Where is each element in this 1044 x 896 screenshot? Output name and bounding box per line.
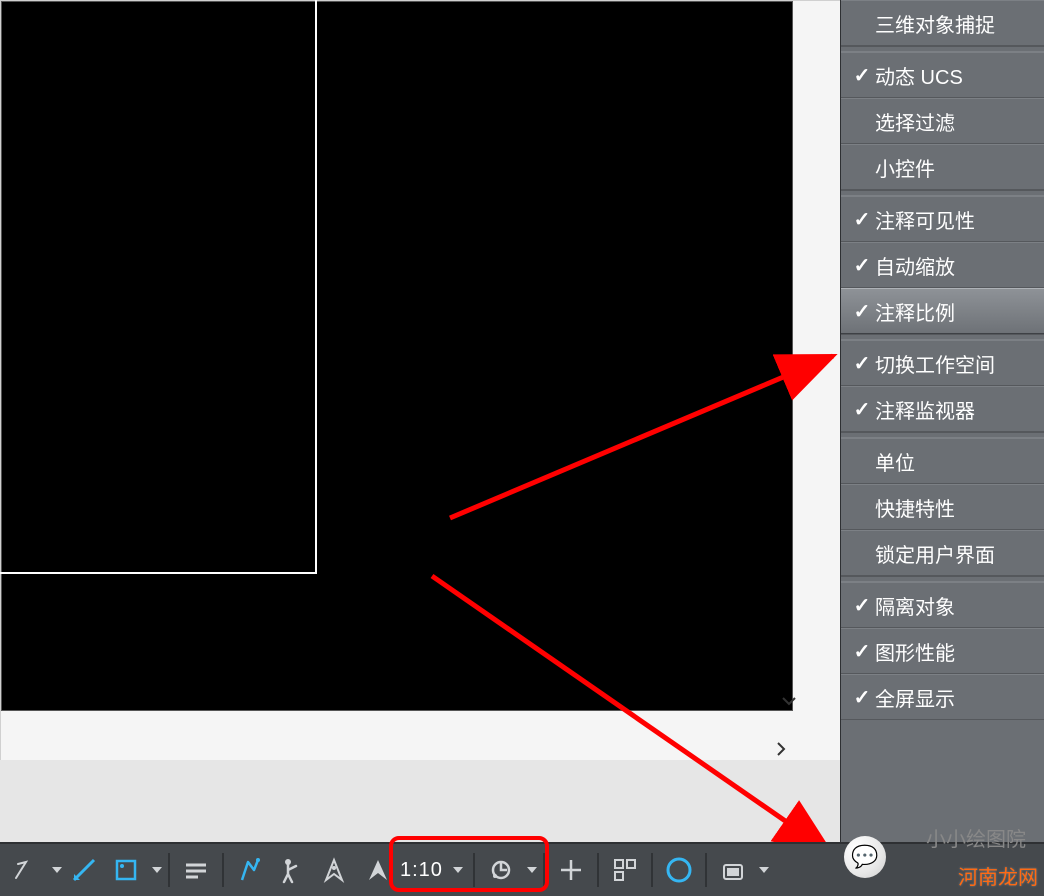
menu-item-label: 单位 bbox=[875, 447, 915, 476]
drawing-viewport bbox=[0, 0, 840, 760]
menu-item-label: 切换工作空间 bbox=[875, 349, 995, 378]
checkmark-icon: ✓ bbox=[849, 63, 875, 88]
menu-item[interactable]: 快捷特性 bbox=[841, 484, 1044, 530]
menu-item-label: 快捷特性 bbox=[875, 493, 955, 522]
chevron-down-icon[interactable] bbox=[152, 867, 162, 873]
checkmark-icon: ✓ bbox=[849, 639, 875, 664]
infer-constraints-button[interactable] bbox=[176, 849, 216, 891]
menu-item-label: 自动缩放 bbox=[875, 251, 955, 280]
checkmark-icon: ✓ bbox=[849, 351, 875, 376]
statusbar-separator bbox=[543, 853, 545, 887]
chevron-down-icon[interactable] bbox=[453, 867, 463, 873]
annotation-scale-value[interactable]: 1:10 bbox=[400, 859, 443, 882]
menu-item[interactable]: ✓全屏显示 bbox=[841, 674, 1044, 720]
checkmark-icon: ✓ bbox=[849, 253, 875, 278]
polar-tracking-button[interactable] bbox=[314, 849, 354, 891]
scroll-right-arrow-icon[interactable] bbox=[769, 737, 785, 753]
source-logo-icon: 💬 bbox=[844, 836, 886, 878]
menu-item[interactable]: ✓动态 UCS bbox=[841, 52, 1044, 98]
menu-item-label: 三维对象捕捉 bbox=[875, 9, 995, 38]
menu-item-label: 注释比例 bbox=[875, 297, 955, 326]
quick-properties-button[interactable] bbox=[659, 849, 699, 891]
menu-item[interactable]: ✓切换工作空间 bbox=[841, 340, 1044, 386]
statusbar-context-menu: 三维对象捕捉✓动态 UCS选择过滤小控件✓注释可见性✓自动缩放✓注释比例✓切换工… bbox=[840, 0, 1044, 896]
menu-item-label: 动态 UCS bbox=[875, 61, 963, 90]
menu-item-label: 注释可见性 bbox=[875, 205, 975, 234]
annotation-monitor-button[interactable] bbox=[551, 849, 591, 891]
statusbar-separator bbox=[705, 853, 707, 887]
menu-item-label: 锁定用户界面 bbox=[875, 539, 995, 568]
annotation-scale-icon[interactable] bbox=[360, 849, 396, 891]
chevron-down-icon[interactable] bbox=[759, 867, 769, 873]
menu-item[interactable]: ✓注释可见性 bbox=[841, 196, 1044, 242]
statusbar-separator bbox=[651, 853, 653, 887]
statusbar-separator bbox=[222, 853, 224, 887]
menu-item[interactable]: 三维对象捕捉 bbox=[841, 0, 1044, 46]
lock-ui-button[interactable] bbox=[713, 849, 753, 891]
drawing-rectangle bbox=[0, 0, 317, 574]
menu-item[interactable]: 选择过滤 bbox=[841, 98, 1044, 144]
menu-item-label: 选择过滤 bbox=[875, 107, 955, 136]
menu-item[interactable]: ✓注释监视器 bbox=[841, 386, 1044, 432]
menu-item[interactable]: 单位 bbox=[841, 438, 1044, 484]
model-space-button[interactable] bbox=[6, 849, 46, 891]
checkmark-icon: ✓ bbox=[849, 207, 875, 232]
status-bar: 1:10 bbox=[0, 842, 1044, 896]
viewport-bottom-gap bbox=[0, 760, 840, 842]
menu-item[interactable]: ✓自动缩放 bbox=[841, 242, 1044, 288]
menu-item[interactable]: 锁定用户界面 bbox=[841, 530, 1044, 576]
menu-item-label: 隔离对象 bbox=[875, 591, 955, 620]
dynamic-input-button[interactable] bbox=[230, 849, 270, 891]
grid-toggle-button[interactable] bbox=[64, 849, 104, 891]
menu-item[interactable]: ✓注释比例 bbox=[841, 288, 1044, 334]
source-text: 小小绘图院 bbox=[926, 823, 1026, 852]
menu-item[interactable]: ✓图形性能 bbox=[841, 628, 1044, 674]
chevron-down-icon[interactable] bbox=[527, 867, 537, 873]
units-button[interactable] bbox=[605, 849, 645, 891]
statusbar-separator bbox=[597, 853, 599, 887]
checkmark-icon: ✓ bbox=[849, 685, 875, 710]
workspace-switch-button[interactable] bbox=[481, 849, 521, 891]
ortho-button[interactable] bbox=[272, 849, 312, 891]
menu-item-label: 图形性能 bbox=[875, 637, 955, 666]
menu-item[interactable]: 小控件 bbox=[841, 144, 1044, 190]
checkmark-icon: ✓ bbox=[849, 299, 875, 324]
checkmark-icon: ✓ bbox=[849, 397, 875, 422]
annotation-scale-group: 1:10 bbox=[356, 849, 467, 891]
statusbar-separator bbox=[168, 853, 170, 887]
menu-item-label: 小控件 bbox=[875, 153, 935, 182]
menu-item-label: 全屏显示 bbox=[875, 683, 955, 712]
menu-item-label: 注释监视器 bbox=[875, 395, 975, 424]
menu-item[interactable]: ✓隔离对象 bbox=[841, 582, 1044, 628]
chevron-down-icon[interactable] bbox=[52, 867, 62, 873]
checkmark-icon: ✓ bbox=[849, 593, 875, 618]
statusbar-separator bbox=[473, 853, 475, 887]
model-canvas[interactable] bbox=[1, 1, 793, 711]
scroll-down-arrow-icon[interactable] bbox=[777, 689, 791, 703]
snap-toggle-button[interactable] bbox=[106, 849, 146, 891]
